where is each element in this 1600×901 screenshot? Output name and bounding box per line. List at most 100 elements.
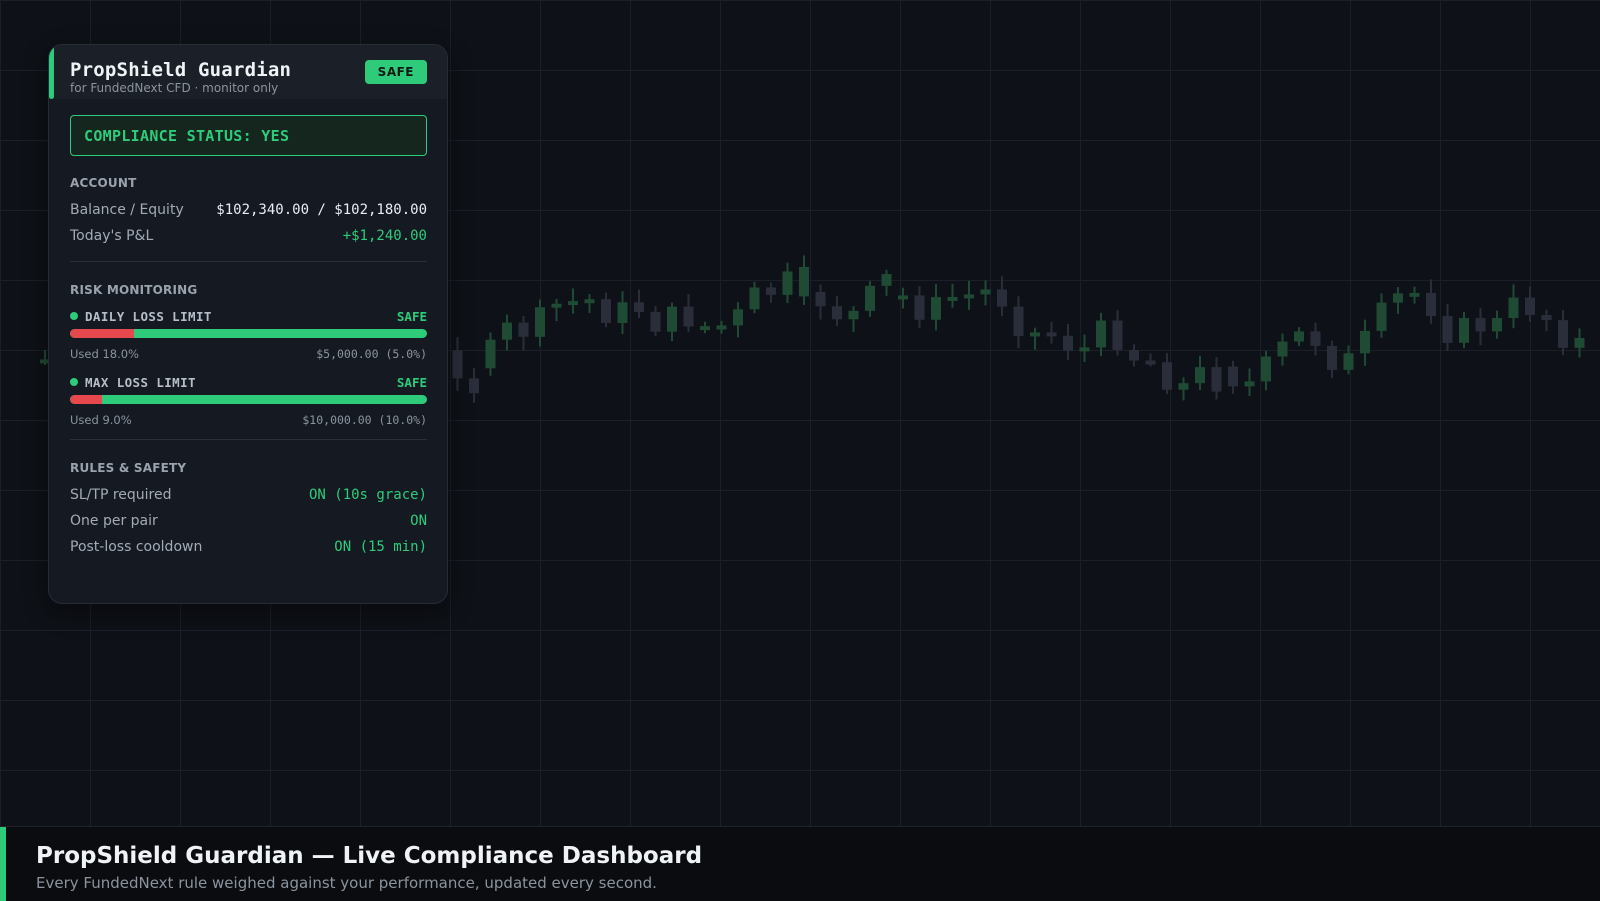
candle xyxy=(716,320,727,334)
candle xyxy=(1409,286,1420,304)
max-loss-limit-label: MAX LOSS LIMIT xyxy=(85,374,196,390)
candle xyxy=(898,287,908,309)
risk-section-label: RISK MONITORING xyxy=(70,283,198,297)
candle xyxy=(914,286,925,329)
candle xyxy=(1541,309,1552,332)
candle xyxy=(650,306,661,337)
candle xyxy=(1079,334,1090,362)
balance-equity-label: Balance / Equity xyxy=(70,202,184,218)
candle xyxy=(1096,312,1106,357)
candle xyxy=(584,293,595,314)
candle xyxy=(766,282,776,303)
candle xyxy=(1261,350,1271,391)
guardian-widget: PropShield Guardian for FundedNext CFD ·… xyxy=(48,44,448,604)
max-loss-progress-bar xyxy=(70,395,427,404)
status-dot-icon xyxy=(70,378,78,386)
candle xyxy=(832,295,842,326)
max-loss-progress-fill xyxy=(70,395,103,404)
candle xyxy=(667,302,677,342)
candle xyxy=(1343,345,1354,375)
candle xyxy=(1327,340,1337,378)
candle xyxy=(1244,368,1255,397)
safe-status-badge: SAFE xyxy=(364,60,427,84)
balance-equity-value: $102,340.00 / $102,180.00 xyxy=(216,202,427,218)
daily-loss-used-text: Used 18.0% xyxy=(70,347,139,361)
candle xyxy=(1030,327,1040,350)
section-divider xyxy=(70,261,427,262)
rule-value: ON xyxy=(410,513,427,529)
candle xyxy=(865,281,875,317)
todays-pnl-row: Today's P&L +$1,240.00 xyxy=(70,226,427,246)
candle xyxy=(469,367,479,403)
account-section-label: ACCOUNT xyxy=(70,176,137,190)
max-loss-limit-status: SAFE xyxy=(396,374,427,390)
rule-value: ON (15 min) xyxy=(334,539,427,555)
todays-pnl-label: Today's P&L xyxy=(70,228,154,244)
candle xyxy=(931,284,941,331)
rule-label: One per pair xyxy=(70,513,158,529)
max-loss-limit-header: MAX LOSS LIMIT SAFE xyxy=(70,374,427,390)
caption-accent-bar xyxy=(0,827,6,901)
daily-loss-progress-fill xyxy=(70,329,135,338)
rule-label: Post-loss cooldown xyxy=(70,539,203,555)
candle xyxy=(1376,293,1387,338)
daily-loss-limit-amount: $5,000.00 (5.0%) xyxy=(316,347,427,361)
candle xyxy=(452,337,463,392)
widget-title: PropShield Guardian xyxy=(70,59,292,81)
candle xyxy=(1574,328,1585,358)
compliance-status-box: COMPLIANCE STATUS: YES xyxy=(70,115,427,156)
caption-bar: PropShield Guardian — Live Compliance Da… xyxy=(0,826,1600,901)
daily-loss-limit-footer: Used 18.0% $5,000.00 (5.0%) xyxy=(70,347,427,361)
candle xyxy=(1162,353,1172,395)
widget-header: PropShield Guardian for FundedNext CFD ·… xyxy=(49,45,447,99)
candle xyxy=(551,298,562,322)
candle xyxy=(848,306,859,333)
candle xyxy=(1129,344,1139,367)
candle xyxy=(1426,279,1436,324)
daily-loss-progress-bar xyxy=(70,329,427,338)
candle xyxy=(485,332,496,376)
section-divider xyxy=(70,439,427,440)
candle xyxy=(733,302,743,338)
candle xyxy=(1211,357,1222,400)
candle xyxy=(782,262,793,304)
rule-value: ON (10s grace) xyxy=(308,487,427,503)
candle xyxy=(1475,308,1486,346)
candle xyxy=(601,292,611,328)
candle xyxy=(518,315,529,351)
candle xyxy=(617,291,628,334)
candle xyxy=(535,299,545,347)
max-loss-limit-footer: Used 9.0% $10,000.00 (10.0%) xyxy=(70,413,427,427)
candle xyxy=(749,281,760,314)
candle xyxy=(1442,304,1453,351)
candle xyxy=(815,284,826,320)
candle xyxy=(1063,323,1073,360)
candle xyxy=(1013,296,1024,349)
candle xyxy=(1558,310,1568,356)
candle xyxy=(1310,322,1321,356)
candle xyxy=(1492,310,1502,339)
candle xyxy=(1145,353,1156,367)
candle xyxy=(1112,309,1123,356)
candle xyxy=(1459,311,1469,349)
candle xyxy=(502,314,512,351)
candle xyxy=(634,289,644,319)
rule-row-one-per-pair: One per pair ON xyxy=(70,511,427,531)
candle xyxy=(881,269,892,296)
candle xyxy=(1046,321,1057,344)
rule-label: SL/TP required xyxy=(70,487,172,503)
candle xyxy=(1508,284,1519,329)
daily-loss-limit-status: SAFE xyxy=(396,308,427,324)
max-loss-used-text: Used 9.0% xyxy=(70,413,132,427)
candle xyxy=(683,294,694,332)
candle xyxy=(980,280,991,306)
candle xyxy=(568,288,578,314)
candle xyxy=(700,321,710,334)
candle xyxy=(997,276,1007,317)
candle xyxy=(1360,319,1370,366)
candle xyxy=(799,255,809,305)
balance-equity-row: Balance / Equity $102,340.00 / $102,180.… xyxy=(70,200,427,220)
rule-row-cooldown: Post-loss cooldown ON (15 min) xyxy=(70,537,427,557)
rules-section-label: RULES & SAFETY xyxy=(70,461,187,475)
todays-pnl-value: +$1,240.00 xyxy=(342,228,427,244)
